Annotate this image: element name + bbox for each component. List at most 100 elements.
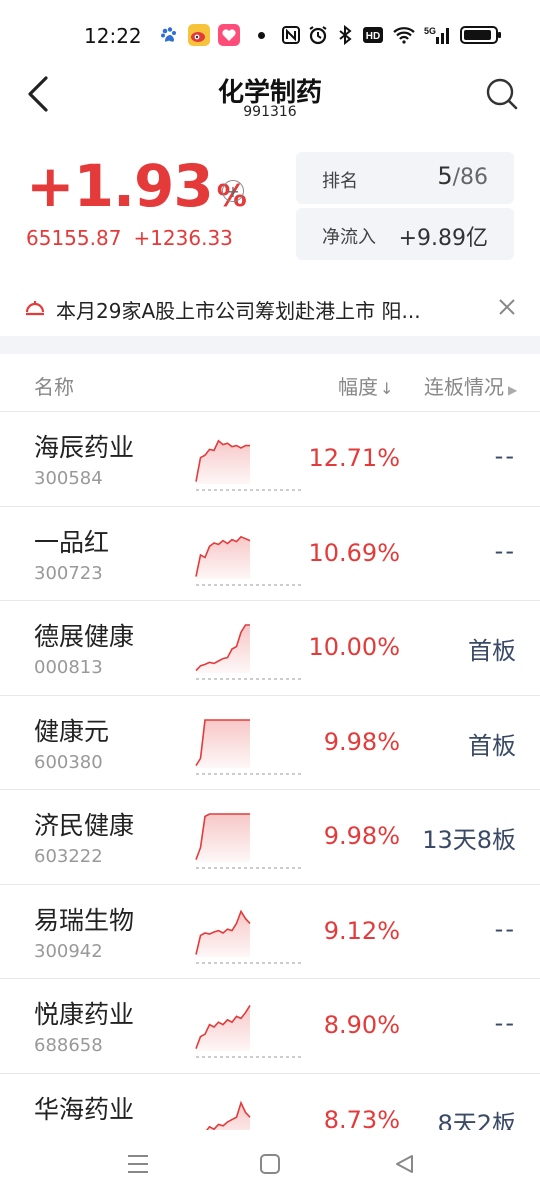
index-quote: +1.93% + 65155.87 +1236.33 [26,152,247,250]
close-button[interactable] [494,294,520,320]
close-icon [499,299,515,315]
search-button[interactable] [482,74,522,114]
menu-button[interactable] [118,1148,158,1180]
stock-code: 300584 [34,468,103,489]
stock-name: 海辰药业 [34,433,135,462]
system-icons: HD 5G [282,24,501,46]
stock-streak: -- [494,442,516,470]
stock-change: 10.69% [308,538,400,567]
sparkline [195,1004,302,1058]
baidu-icon [158,24,180,46]
stock-streak: 首板 [468,637,516,665]
net-flow-card[interactable]: 净流入 +9.89亿 [296,208,514,260]
sparkline [195,439,302,491]
sparkline [195,535,302,585]
stock-name: 悦康药业 [34,1000,135,1029]
stock-name: 健康元 [34,716,110,746]
sparkline-area [196,1005,250,1051]
back-nav-button[interactable] [384,1148,424,1180]
table-header: 名称 幅度 ↓ 连板情况 ▶ [0,354,540,412]
triangle-back-icon [396,1155,413,1173]
bluetooth-icon [336,24,354,46]
notification-dot [258,31,265,39]
rank-card[interactable]: 排名 5/86 [296,152,514,204]
table-row[interactable]: 海辰药业 300584 12.71% -- [0,412,540,507]
sparkline-area [196,536,250,579]
home-square-icon [260,1154,280,1174]
alarm-icon [308,24,328,46]
home-button[interactable] [250,1148,290,1180]
stock-name: 济民健康 [34,811,135,840]
table-row[interactable]: 一品红 300723 10.69% -- [0,507,540,601]
table-row[interactable]: 济民健康 603222 9.98% 13天8板 [0,790,540,885]
stock-code: 603222 [34,846,103,867]
stock-streak: -- [494,914,516,943]
status-time: 12:22 [84,24,142,48]
status-bar: 12:22 HD 5G [0,0,540,72]
stock-change: 9.98% [323,727,400,756]
stock-change: 10.00% [308,633,400,661]
stock-name: 华海药业 [34,1094,135,1124]
svg-text:5G: 5G [424,26,436,36]
stock-name: 一品红 [34,527,110,557]
change-percent-value: +1.93 [26,152,214,220]
stock-code: 300942 [34,940,103,962]
rank-value: 5/86 [437,162,488,190]
nfc-icon [282,24,300,46]
triangle-right-icon: ▶ [508,383,518,397]
weibo-icon [188,24,210,46]
net-flow-value: +9.89亿 [398,226,488,251]
table-row[interactable]: 健康元 600380 9.98% 首板 [0,696,540,790]
battery-icon [460,26,501,44]
status-app-icons [158,24,265,46]
stock-name: 德展健康 [34,622,135,651]
price-line: 65155.87 +1236.33 [26,226,246,250]
net-flow-label: 净流入 [322,227,376,248]
plus-icon: + [226,181,240,201]
column-change-label: 幅度 [338,375,378,399]
index-change-abs: +1236.33 [133,226,233,250]
rank-number: 5 [437,162,453,190]
sparkline [195,909,302,963]
section-divider [0,336,540,354]
change-percent: +1.93% [26,152,247,220]
column-streak-label: 连板情况 [424,375,504,399]
stock-streak: -- [494,1009,516,1037]
column-name: 名称 [34,375,74,399]
svg-text:HD: HD [366,31,380,42]
stock-name: 易瑞生物 [34,905,135,935]
app-icon [218,24,240,46]
news-ticker[interactable]: 本月29家A股上市公司筹划赴港上市 阳... [0,284,540,334]
sort-down-icon: ↓ [380,379,394,398]
stock-streak: 13天8板 [422,826,516,854]
rank-label: 排名 [322,171,358,192]
rank-total: /86 [452,165,488,190]
stock-change: 9.12% [323,916,400,945]
column-change-sort[interactable]: 幅度 ↓ [338,371,393,400]
header: 化学制药 991316 [0,72,540,128]
stock-code: 688658 [34,1035,103,1056]
sparkline [195,718,302,774]
stock-streak: 首板 [468,731,516,760]
index-price: 65155.87 [26,226,122,250]
table-row[interactable]: 易瑞生物 300942 9.12% -- [0,885,540,979]
news-text: 本月29家A股上市公司筹划赴港上市 阳... [56,299,421,323]
table-row[interactable]: 悦康药业 688658 8.90% -- [0,979,540,1074]
add-watchlist-button[interactable]: + [222,180,244,202]
table-row[interactable]: 德展健康 000813 10.00% 首板 [0,601,540,696]
stock-change: 8.90% [323,1011,400,1039]
hd-icon: HD [362,24,384,46]
stock-code: 600380 [34,751,103,773]
5g-signal-icon: 5G [424,24,452,46]
menu-icon [128,1155,148,1173]
index-code: 991316 [243,104,297,120]
wifi-icon [392,24,416,46]
system-nav-bar [0,1130,540,1200]
battery-fill [464,30,491,40]
stock-code: 000813 [34,657,103,678]
column-streak[interactable]: 连板情况 ▶ [424,371,517,400]
sparkline [195,624,302,680]
sparkline [195,813,302,869]
stock-change: 12.71% [308,444,400,472]
search-icon [486,78,518,110]
